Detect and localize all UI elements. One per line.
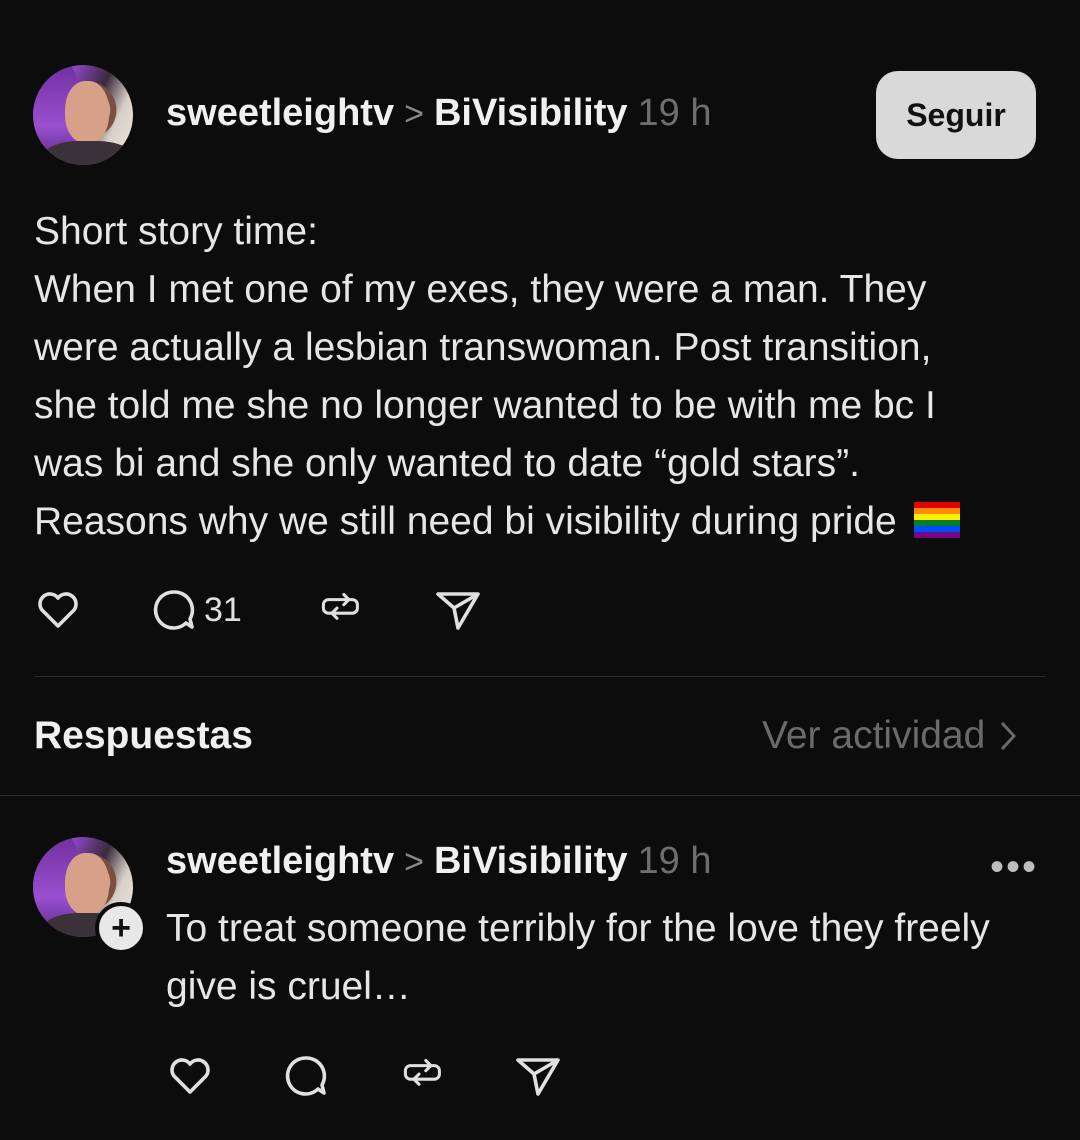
actions-divider xyxy=(34,676,1046,677)
post-body: Short story time: When I met one of my e… xyxy=(34,203,1034,551)
comment-icon xyxy=(153,590,195,630)
reply-community-name[interactable]: BiVisibility xyxy=(434,840,628,883)
more-icon[interactable]: ••• xyxy=(990,845,1038,890)
view-activity-link[interactable]: Ver actividad xyxy=(762,714,1017,758)
share-icon xyxy=(436,592,480,630)
replies-title: Respuestas xyxy=(34,714,253,757)
avatar-shirt xyxy=(43,141,133,165)
reply-repost-button[interactable] xyxy=(398,1052,446,1100)
avatar-face xyxy=(65,81,109,143)
follow-button[interactable]: Seguir xyxy=(876,71,1036,159)
share-icon xyxy=(516,1058,560,1096)
follow-plus-icon[interactable]: + xyxy=(95,902,147,954)
post-timestamp: 19 h xyxy=(637,92,712,134)
reply-header: sweetleightv > BiVisibility 19 h xyxy=(166,840,712,883)
post-line: she told me she no longer wanted to be w… xyxy=(34,384,936,427)
community-name[interactable]: BiVisibility xyxy=(434,92,628,135)
chevron-right-icon: > xyxy=(404,843,424,881)
comment-count: 31 xyxy=(204,590,242,629)
replies-divider xyxy=(0,795,1080,796)
reply-timestamp: 19 h xyxy=(637,840,712,882)
reply-like-button[interactable] xyxy=(166,1052,214,1100)
post-line: When I met one of my exes, they were a m… xyxy=(34,268,927,311)
rainbow-flag-icon xyxy=(913,502,960,538)
heart-icon xyxy=(38,592,78,628)
chevron-right-icon xyxy=(1001,721,1017,751)
view-activity-label: Ver actividad xyxy=(762,714,986,757)
reply-line: To treat someone terribly for the love t… xyxy=(166,907,990,950)
share-button[interactable] xyxy=(434,586,482,634)
reply-line: give is cruel… xyxy=(166,965,411,1008)
heart-icon xyxy=(170,1058,210,1094)
avatar-face xyxy=(65,853,109,915)
post-header: sweetleightv > BiVisibility 19 h xyxy=(166,92,712,135)
repost-button[interactable] xyxy=(316,586,364,634)
reply-body: To treat someone terribly for the love t… xyxy=(166,900,1046,1016)
post-line: was bi and she only wanted to date “gold… xyxy=(34,442,860,485)
reply-comment-button[interactable] xyxy=(282,1052,330,1100)
post-line-text: Reasons why we still need bi visibility … xyxy=(34,500,897,543)
reply-username[interactable]: sweetleightv xyxy=(166,840,394,883)
post-line: were actually a lesbian transwoman. Post… xyxy=(34,326,932,369)
comment-button[interactable]: 31 xyxy=(150,586,242,634)
repost-icon xyxy=(321,592,359,620)
reply-share-button[interactable] xyxy=(514,1052,562,1100)
like-button[interactable] xyxy=(34,586,82,634)
chevron-right-icon: > xyxy=(404,95,424,133)
comment-icon xyxy=(285,1056,327,1096)
author-avatar[interactable] xyxy=(33,65,133,165)
author-username[interactable]: sweetleightv xyxy=(166,92,394,135)
post-line-last: Reasons why we still need bi visibility … xyxy=(34,493,1034,551)
post-line: Short story time: xyxy=(34,210,318,253)
repost-icon xyxy=(403,1058,441,1086)
